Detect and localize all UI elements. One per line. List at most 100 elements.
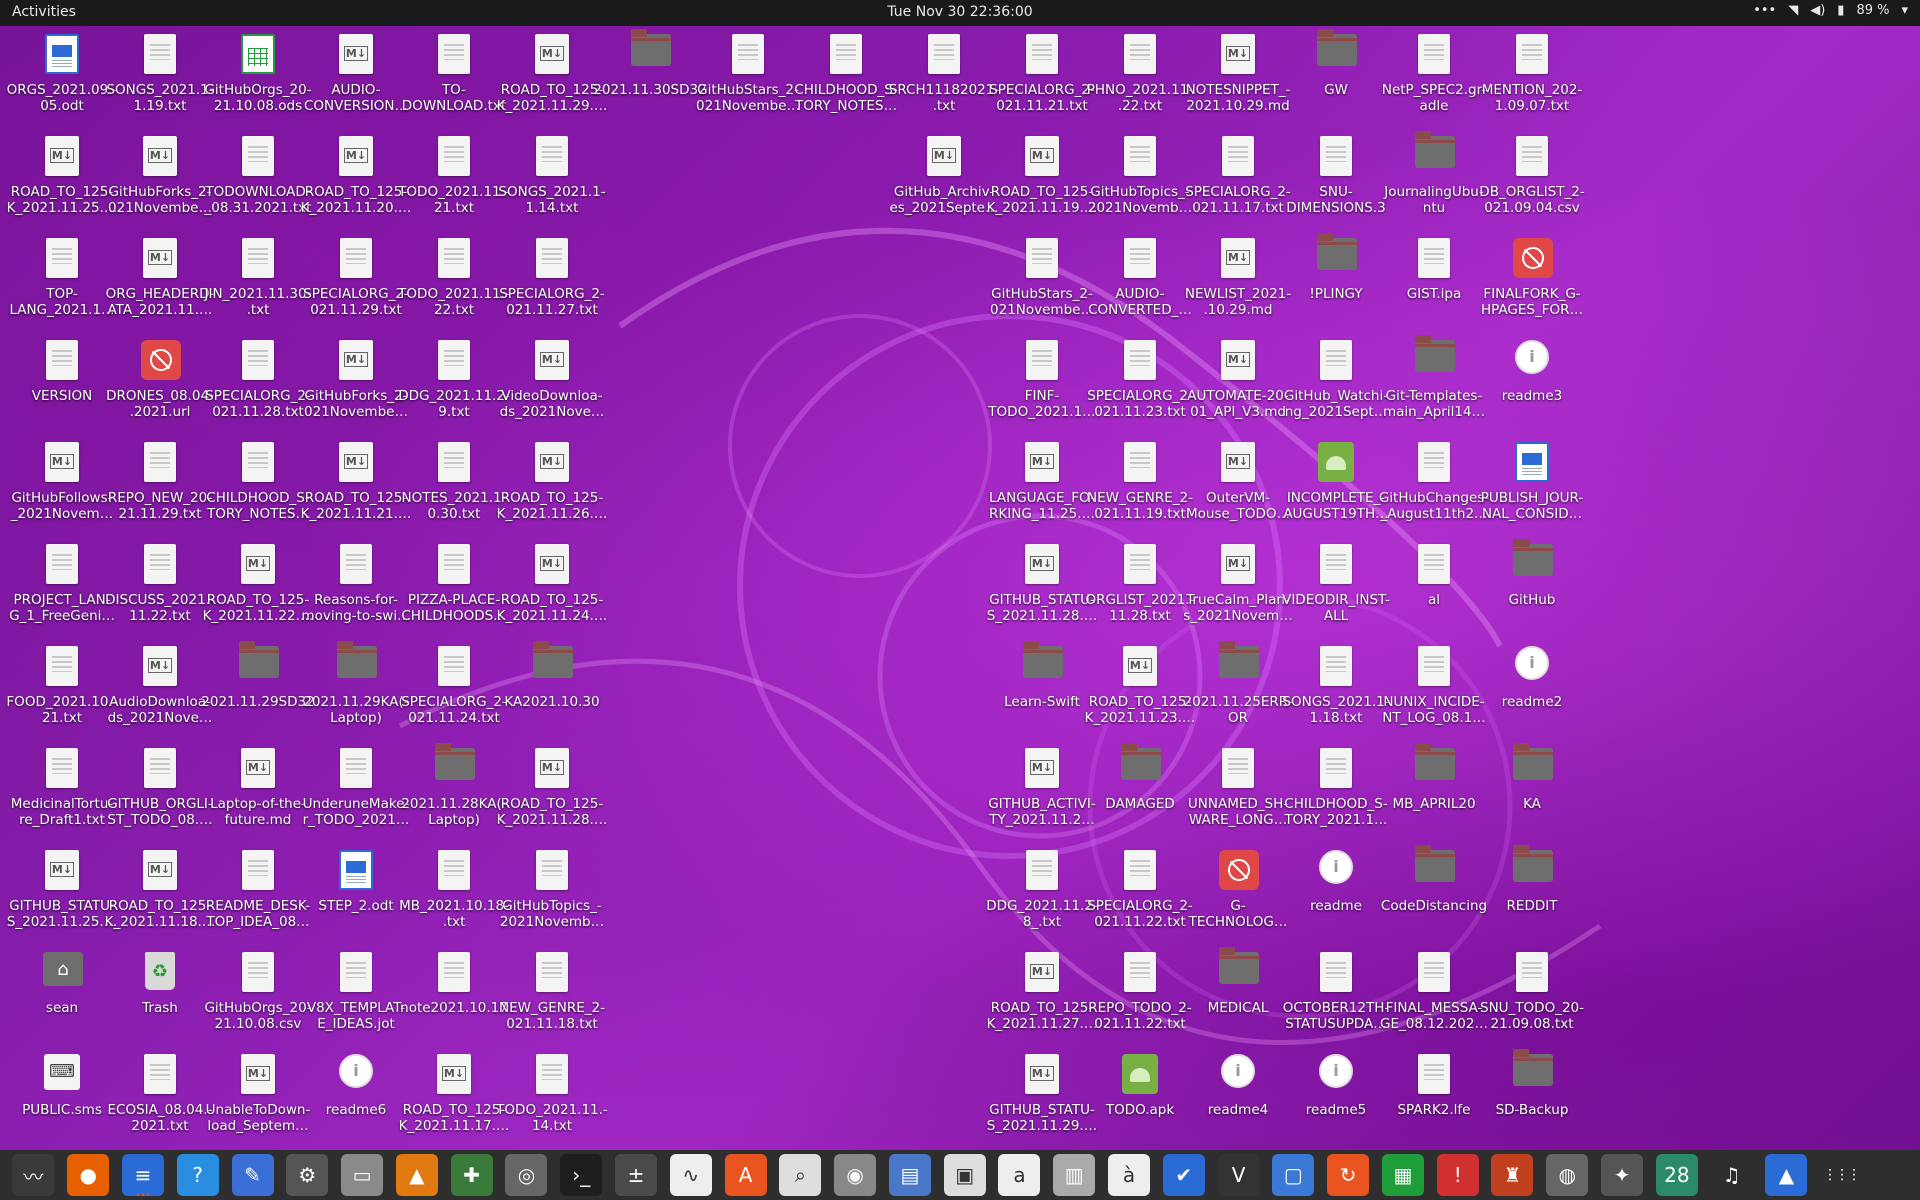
markdown-file-icon <box>141 646 179 690</box>
desktop-icon[interactable]: ROAD_TO_125- K_2021.11.26.… <box>494 434 610 534</box>
dock-help-icon[interactable]: ? <box>176 1154 219 1196</box>
markdown-file-icon <box>239 1054 277 1098</box>
desktop-icon[interactable]: PUBLISH_JOUR- NAL_CONSID… <box>1474 434 1590 534</box>
markdown-file-icon <box>533 34 571 78</box>
dock-remote-desktop-icon[interactable]: ▢ <box>1272 1154 1315 1196</box>
dock-settings-icon[interactable]: ⚙ <box>286 1154 329 1196</box>
text-file-icon <box>533 850 571 894</box>
dock-waveform-icon[interactable]: ∿ <box>669 1154 712 1196</box>
dock-todo-icon[interactable]: ✔ <box>1162 1154 1205 1196</box>
dock-calculator-icon[interactable]: ± <box>614 1154 657 1196</box>
text-file-icon <box>1023 34 1061 78</box>
text-file-icon <box>1513 952 1551 996</box>
dock-gimp-icon[interactable]: ✦ <box>1601 1154 1644 1196</box>
desktop-icon[interactable]: KA <box>1474 740 1590 840</box>
dock-system-monitor-icon[interactable]: 〰 <box>12 1154 55 1196</box>
desktop-icon[interactable]: REDDIT <box>1474 842 1590 942</box>
desktop-icon[interactable]: VideoDownloa- ds_2021Nove… <box>494 332 610 432</box>
activities-button[interactable]: Activities <box>12 4 76 20</box>
folder-icon <box>631 29 671 78</box>
desktop-icon[interactable]: KA2021.10.30 <box>494 638 610 738</box>
markdown-file-icon <box>337 340 375 384</box>
dock-document-viewer-icon[interactable]: ▤ <box>888 1154 931 1196</box>
dock-alert-icon[interactable]: ! <box>1436 1154 1479 1196</box>
text-file-icon <box>43 748 81 792</box>
desktop-icon-label: NEW_GENRE_2- 021.11.18.txt <box>499 1000 605 1032</box>
dock-camera-icon[interactable]: ◍ <box>1546 1154 1589 1196</box>
text-file-icon <box>1121 340 1159 384</box>
desktop-icon[interactable]: SONGS_2021.1- 1.14.txt <box>494 128 610 228</box>
dock-archive-manager-icon[interactable]: ▥ <box>1053 1154 1096 1196</box>
dock-image-viewer-icon[interactable]: ⌕ <box>779 1154 822 1196</box>
system-tray[interactable]: ••• ◥ ◀) ▮ 89 % ▾ <box>1753 3 1908 18</box>
gamepad-icon: ⌨ <box>43 1054 81 1098</box>
markdown-file-icon <box>533 544 571 588</box>
desktop-icon-label: PUBLISH_JOUR- NAL_CONSID… <box>1480 490 1584 522</box>
info-icon: i <box>337 1054 375 1098</box>
dock-terminal-monitor-icon[interactable]: ▲ <box>1765 1154 1808 1196</box>
top-bar: Activities Tue Nov 30 22:36:00 ••• ◥ ◀) … <box>0 0 1920 26</box>
dock-software-properties-icon[interactable]: ◎ <box>505 1154 548 1196</box>
dock-app-store-icon[interactable]: A <box>724 1154 767 1196</box>
dock-vim-icon[interactable]: V <box>1217 1154 1260 1196</box>
desktop-icon-label: SNU_TODO_20- 21.09.08.txt <box>1480 1000 1584 1032</box>
menu-dots-icon[interactable]: ••• <box>1753 3 1776 18</box>
desktop-icon[interactable]: MENTION_202- 1.09.07.txt <box>1474 26 1590 126</box>
dock-terminal-icon[interactable]: ›_ <box>560 1154 603 1196</box>
chevron-down-icon[interactable]: ▾ <box>1901 3 1908 18</box>
volume-icon[interactable]: ◀) <box>1810 3 1825 18</box>
wifi-icon[interactable]: ◥ <box>1788 3 1798 18</box>
folder-icon <box>1219 641 1259 690</box>
dock-screenshot-icon[interactable]: ▣ <box>943 1154 986 1196</box>
dock-font-viewer-icon[interactable]: a <box>998 1154 1041 1196</box>
text-file-icon <box>1317 544 1355 588</box>
dock-files-icon[interactable]: ▭ <box>341 1154 384 1196</box>
dock-libreoffice-calc-icon[interactable]: ▦ <box>1381 1154 1424 1196</box>
battery-icon[interactable]: ▮ <box>1837 3 1844 18</box>
dock-music-icon[interactable]: ♫ <box>1710 1154 1753 1196</box>
desktop-icon[interactable]: ROAD_TO_125- K_2021.11.28.… <box>494 740 610 840</box>
text-file-icon <box>239 952 277 996</box>
dock-firefox-icon[interactable]: ● ••• <box>67 1154 110 1200</box>
running-indicator: ••• <box>135 1191 151 1200</box>
dock-show-apps-icon[interactable]: ⋮⋮⋮ <box>1820 1154 1863 1196</box>
info-icon: i <box>1219 1054 1257 1098</box>
desktop-icon[interactable]: GitHub <box>1474 536 1590 636</box>
desktop-icon[interactable]: i readme3 <box>1474 332 1590 432</box>
dock-libreoffice-writer-icon[interactable]: ≡ ••• <box>121 1154 164 1200</box>
folder-icon <box>337 641 377 690</box>
dock-text-editor-icon[interactable]: ✎ <box>231 1154 274 1196</box>
desktop-icon[interactable]: SD-Backup <box>1474 1046 1590 1146</box>
desktop-icon-label: KA2021.10.30 <box>504 694 600 710</box>
dock-game-icon[interactable]: ♜ <box>1491 1154 1534 1196</box>
markdown-file-icon <box>141 238 179 282</box>
text-file-icon <box>337 238 375 282</box>
dock-disk-utility-icon[interactable]: ◉ <box>834 1154 877 1196</box>
dock-calendar-icon[interactable]: 28 <box>1655 1154 1698 1196</box>
desktop-icon[interactable]: FINALFORK_G- HPAGES_FOR… <box>1474 230 1590 330</box>
dock-backup-icon[interactable]: ↻ <box>1327 1154 1370 1196</box>
text-file-icon <box>337 748 375 792</box>
dock-terminal-plus-icon[interactable]: ✚ <box>450 1154 493 1196</box>
info-icon: i <box>1513 340 1551 384</box>
text-file-icon <box>1415 646 1453 690</box>
desktop-icon[interactable]: ROAD_TO_125- K_2021.11.24.… <box>494 536 610 636</box>
desktop-icon[interactable]: SNU_TODO_20- 21.09.08.txt <box>1474 944 1590 1044</box>
desktop-icon[interactable]: SPECIALORG_2- 021.11.27.txt <box>494 230 610 330</box>
text-file-icon <box>1415 442 1453 486</box>
desktop-icon[interactable]: i readme2 <box>1474 638 1590 738</box>
text-file-icon <box>1317 646 1355 690</box>
text-file-icon <box>239 238 277 282</box>
desktop-icon[interactable]: TODO_2021.11.- 14.txt <box>494 1046 610 1146</box>
desktop-icon-label: KA <box>1523 796 1541 812</box>
folder-icon <box>1513 539 1553 588</box>
markdown-file-icon <box>1023 442 1061 486</box>
dock-vlc-icon[interactable]: ▲ <box>395 1154 438 1196</box>
markdown-file-icon <box>1219 544 1257 588</box>
blocked-file-icon <box>1219 850 1259 894</box>
dock-character-map-icon[interactable]: à <box>1108 1154 1151 1196</box>
desktop-icon[interactable]: NEW_GENRE_2- 021.11.18.txt <box>494 944 610 1044</box>
desktop-icon[interactable]: GitHubTopics_- 2021Novemb… <box>494 842 610 942</box>
clock[interactable]: Tue Nov 30 22:36:00 <box>887 4 1032 20</box>
desktop-icon[interactable]: DB_ORGLIST_2- 021.09.04.csv <box>1474 128 1590 228</box>
